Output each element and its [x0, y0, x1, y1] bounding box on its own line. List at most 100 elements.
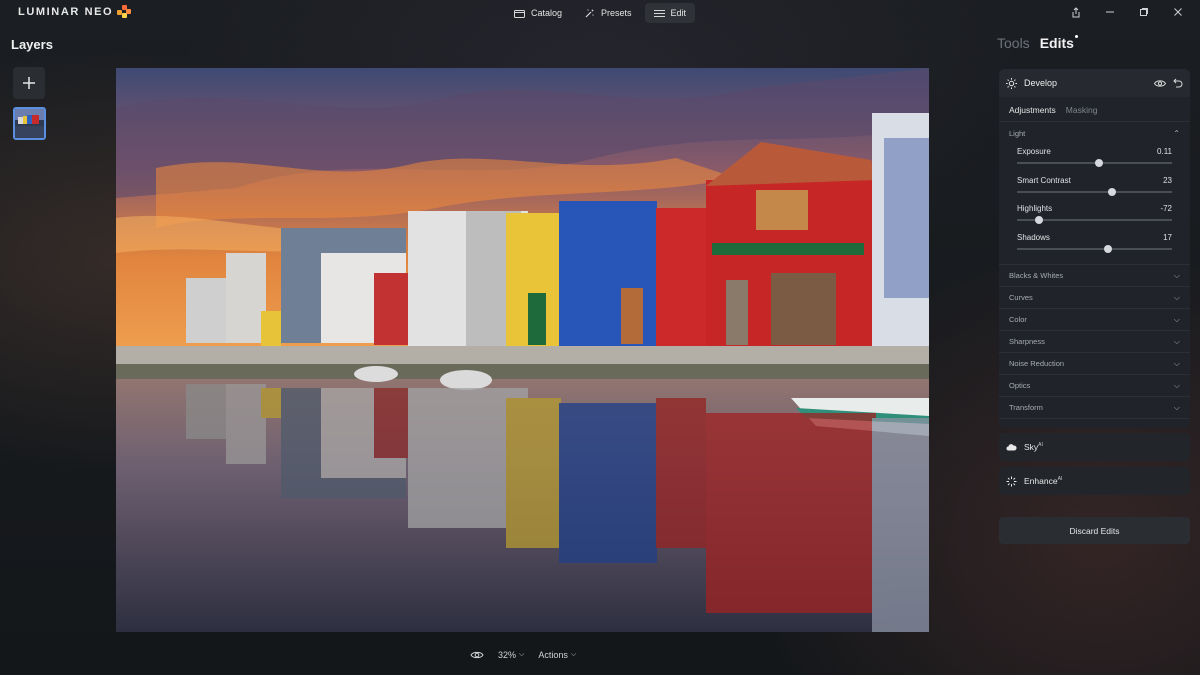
plus-icon — [23, 77, 35, 89]
section-blacks-whites[interactable]: Blacks & Whites ⌵ — [999, 265, 1190, 287]
sky-ai-tool[interactable]: SkyAI — [999, 433, 1190, 461]
undo-icon[interactable] — [1173, 78, 1183, 88]
section-curves[interactable]: Curves ⌵ — [999, 287, 1190, 309]
logo-mark-icon — [117, 5, 132, 19]
magic-wand-icon — [585, 8, 594, 17]
section-label: Color — [1009, 315, 1027, 324]
slider-highlights[interactable]: Highlights -72 — [999, 201, 1190, 230]
ai-badge: AI — [1038, 442, 1043, 449]
add-layer-button[interactable] — [13, 67, 45, 99]
photo-canvas[interactable] — [116, 68, 929, 632]
layer-thumbnail[interactable] — [13, 107, 46, 140]
tab-edit-label: Edit — [670, 8, 687, 18]
slider-label: Shadows — [1017, 232, 1050, 242]
slider-value[interactable]: -72 — [1160, 204, 1172, 213]
sky-label: Sky — [1024, 442, 1039, 452]
tab-edits[interactable]: Edits — [1040, 35, 1078, 51]
section-label: Transform — [1009, 403, 1043, 412]
slider-track[interactable] — [1017, 187, 1172, 196]
chevron-down-icon: ⌵ — [1173, 336, 1180, 346]
ai-badge: AI — [1057, 476, 1063, 483]
tab-tools[interactable]: Tools — [997, 35, 1030, 51]
actions-label: Actions — [538, 650, 568, 660]
discard-edits-button[interactable]: Discard Edits — [999, 517, 1190, 544]
slider-knob[interactable] — [1103, 244, 1112, 253]
slider-exposure[interactable]: Exposure 0.11 — [999, 144, 1190, 173]
section-transform[interactable]: Transform ⌵ — [999, 397, 1190, 419]
chevron-down-icon: ⌵ — [570, 651, 577, 658]
chevron-down-icon: ⌵ — [1173, 314, 1180, 324]
eye-icon — [470, 651, 484, 659]
section-optics[interactable]: Optics ⌵ — [999, 375, 1190, 397]
window-controls — [1068, 4, 1186, 20]
slider-label: Exposure — [1017, 147, 1051, 156]
enhance-label: Enhance — [1024, 476, 1058, 486]
layers-title: Layers — [11, 37, 53, 52]
tab-edit[interactable]: Edit — [644, 3, 696, 23]
folder-icon — [514, 9, 525, 18]
slider-value[interactable]: 0.11 — [1157, 147, 1172, 156]
section-noise-reduction[interactable]: Noise Reduction ⌵ — [999, 353, 1190, 375]
chevron-down-icon: ⌵ — [1173, 380, 1180, 390]
photo-image — [116, 68, 929, 632]
slider-track[interactable] — [1017, 244, 1172, 253]
tab-edits-label: Edits — [1039, 35, 1074, 51]
edits-indicator-dot — [1074, 35, 1078, 38]
slider-label: Highlights — [1017, 204, 1053, 213]
eye-icon[interactable] — [1154, 79, 1166, 88]
chevron-down-icon: ⌵ — [1173, 358, 1180, 368]
slider-shadows[interactable]: Shadows 17 — [999, 230, 1190, 259]
section-label: Sharpness — [1009, 337, 1045, 346]
tab-catalog[interactable]: Catalog — [505, 3, 571, 23]
section-sharpness[interactable]: Sharpness ⌵ — [999, 331, 1190, 353]
section-label: Curves — [1009, 293, 1033, 302]
share-icon[interactable] — [1068, 4, 1084, 20]
slider-knob[interactable] — [1094, 159, 1103, 167]
tab-catalog-label: Catalog — [531, 8, 563, 18]
sparkle-icon — [1006, 476, 1017, 486]
tab-presets[interactable]: Presets — [575, 3, 641, 23]
chevron-up-icon: ⌃ — [1173, 128, 1180, 138]
slider-knob[interactable] — [1034, 216, 1043, 224]
logo-text: LUMINAR NEO — [18, 6, 114, 18]
subtab-masking[interactable]: Masking — [1066, 105, 1098, 115]
sliders-icon — [653, 9, 665, 17]
tab-presets-label: Presets — [601, 8, 632, 18]
restore-icon[interactable] — [1136, 4, 1152, 20]
close-icon[interactable] — [1170, 4, 1186, 20]
light-section-header[interactable]: Light ⌃ — [999, 122, 1190, 144]
subtab-adjustments[interactable]: Adjustments — [1009, 105, 1056, 115]
section-label: Noise Reduction — [1009, 359, 1065, 368]
section-label: Optics — [1009, 381, 1031, 390]
panel-tabs: Tools Edits — [997, 35, 1078, 51]
section-color[interactable]: Color ⌵ — [999, 309, 1190, 331]
zoom-value: 32% — [498, 650, 517, 660]
cloud-icon — [1006, 444, 1017, 451]
slider-track[interactable] — [1017, 159, 1172, 167]
app-logo: LUMINAR NEO — [18, 5, 132, 19]
actions-dropdown[interactable]: Actions ⌵ — [538, 650, 576, 660]
title-bar: LUMINAR NEO Catalog Presets Edit — [0, 0, 1200, 26]
sun-icon — [1006, 77, 1017, 89]
chevron-down-icon: ⌵ — [1173, 292, 1180, 302]
minimize-icon[interactable] — [1102, 4, 1118, 20]
slider-smart-contrast[interactable]: Smart Contrast 23 — [999, 173, 1190, 202]
mode-tabs: Catalog Presets Edit — [505, 3, 696, 23]
develop-title: Develop — [1024, 78, 1058, 88]
chevron-down-icon: ⌵ — [519, 651, 525, 658]
slider-value[interactable]: 17 — [1163, 233, 1172, 242]
develop-tool-panel: Develop Adjustments Masking Light ⌃ Expo… — [999, 69, 1190, 428]
chevron-down-icon: ⌵ — [1173, 402, 1180, 412]
section-label: Blacks & Whites — [1009, 271, 1064, 280]
develop-header[interactable]: Develop — [999, 69, 1190, 97]
light-section-label: Light — [1009, 128, 1026, 138]
slider-knob[interactable] — [1108, 187, 1117, 196]
slider-value[interactable]: 23 — [1163, 176, 1172, 185]
develop-subtabs: Adjustments Masking — [999, 97, 1190, 122]
slider-track[interactable] — [1017, 216, 1172, 224]
light-section: Light ⌃ Exposure 0.11 Smart Contrast 23 High… — [999, 122, 1190, 265]
zoom-dropdown[interactable]: 32% ⌵ — [498, 650, 524, 660]
preview-toggle[interactable] — [470, 650, 484, 660]
enhance-ai-tool[interactable]: EnhanceAI — [999, 467, 1190, 495]
slider-label: Smart Contrast — [1017, 175, 1071, 185]
